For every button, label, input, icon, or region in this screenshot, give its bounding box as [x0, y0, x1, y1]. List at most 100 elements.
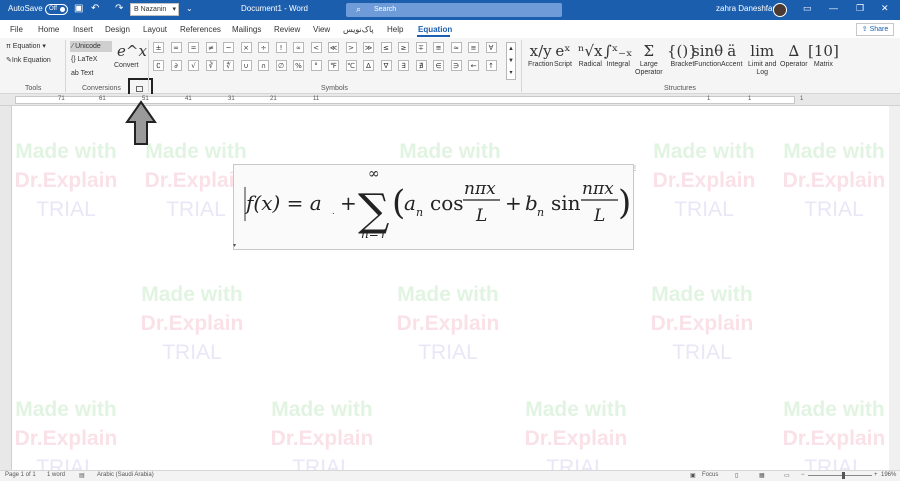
structure-large-button[interactable]: Σ Large Operator — [635, 41, 663, 77]
ink-equation-button[interactable]: ✎Ink Equation — [6, 56, 51, 64]
ribbon-display-options-icon[interactable]: ▭ — [803, 3, 812, 14]
structure-operator-button[interactable]: ∆ Operator — [780, 41, 808, 69]
autosave-toggle[interactable]: Off — [45, 4, 68, 15]
symbol-button[interactable]: ! — [275, 42, 287, 53]
more-icon[interactable]: ▾ — [507, 67, 515, 79]
structure-script-button[interactable]: eˣ Script — [554, 41, 572, 69]
latex-button[interactable]: {} LaTeX — [71, 56, 97, 63]
symbol-button[interactable]: ∂ — [170, 60, 182, 71]
tab-paknevis[interactable]: پاک‌نویس — [343, 25, 374, 34]
symbol-button[interactable]: ∁ — [153, 60, 164, 71]
tab-design[interactable]: Design — [105, 25, 130, 34]
page-count[interactable]: Page 1 of 1 — [5, 472, 36, 478]
symbol-button[interactable]: ° — [310, 60, 322, 71]
customize-quick-access-icon[interactable]: ⌄ — [186, 4, 193, 14]
tab-view[interactable]: View — [313, 25, 330, 34]
structure-fraction-button[interactable]: x/y Fraction — [528, 41, 553, 69]
equation-move-handle-icon[interactable]: ⋮ — [632, 165, 639, 172]
symbol-button[interactable]: ∋ — [450, 60, 462, 71]
symbol-button[interactable]: ≪ — [328, 42, 339, 53]
equation-options-icon[interactable]: ▾ — [233, 242, 241, 250]
tab-home[interactable]: Home — [38, 25, 59, 34]
symbol-button[interactable]: > — [345, 42, 357, 53]
symbol-button[interactable]: ≤ — [380, 42, 392, 53]
tab-insert[interactable]: Insert — [73, 25, 93, 34]
tab-help[interactable]: Help — [387, 25, 403, 34]
symbol-button[interactable]: ∞ — [170, 42, 182, 53]
focus-mode[interactable]: Focus — [702, 472, 718, 478]
symbol-button[interactable]: ÷ — [258, 42, 269, 53]
symbol-button[interactable]: √ — [188, 60, 199, 71]
tab-mailings[interactable]: Mailings — [232, 25, 261, 34]
symbol-button[interactable]: ∀ — [485, 42, 497, 53]
save-icon[interactable]: ▣ — [74, 4, 83, 14]
symbols-gallery-scroll[interactable]: ▲ ▼ ▾ — [506, 42, 516, 80]
symbol-button[interactable]: ∆ — [363, 60, 374, 71]
zoom-level[interactable]: 196% — [881, 472, 896, 478]
symbol-button[interactable]: ∄ — [415, 60, 427, 71]
symbol-button[interactable]: ↑ — [485, 60, 497, 71]
avatar[interactable] — [773, 3, 787, 17]
zoom-out-icon[interactable]: − — [801, 472, 805, 478]
symbol-button[interactable]: ≅ — [433, 42, 444, 53]
search-box[interactable]: ⌕ Search — [346, 3, 562, 17]
zoom-slider-thumb[interactable] — [842, 472, 845, 479]
zoom-in-icon[interactable]: + — [874, 472, 878, 478]
focus-icon[interactable]: ▣ — [690, 472, 696, 479]
read-mode-icon[interactable]: ▯ — [735, 472, 738, 479]
symbol-button[interactable]: ≈ — [450, 42, 462, 53]
print-layout-icon[interactable]: ▦ — [759, 472, 765, 479]
symbol-button[interactable]: ℉ — [328, 60, 339, 71]
structure-function-button[interactable]: sinθ Function — [692, 41, 723, 69]
redo-icon[interactable]: ↷ — [115, 4, 123, 14]
tab-layout[interactable]: Layout — [143, 25, 167, 34]
symbol-button[interactable]: ∇ — [380, 60, 392, 71]
structure-radical-button[interactable]: ⁿ√x Radical — [578, 41, 603, 69]
symbol-button[interactable]: × — [240, 42, 252, 53]
symbol-button[interactable]: ∪ — [240, 60, 252, 71]
convert-button-label[interactable]: Convert — [114, 62, 139, 69]
unicode-button[interactable]: ∕ Unicode — [70, 41, 112, 52]
structure-matrix-button[interactable]: [10] Matrix — [808, 41, 839, 69]
symbol-button[interactable]: ∝ — [293, 42, 304, 53]
structure-integral-button[interactable]: ∫ˣ₋ₓ Integral — [604, 41, 632, 69]
symbol-button[interactable]: ≫ — [363, 42, 374, 53]
symbol-button[interactable]: ∓ — [415, 42, 427, 53]
share-button[interactable]: ⇪ Share — [856, 23, 894, 36]
symbol-button[interactable]: ∈ — [433, 60, 444, 71]
symbol-button[interactable]: ~ — [223, 42, 234, 53]
symbol-button[interactable]: ≡ — [468, 42, 479, 53]
web-layout-icon[interactable]: ▭ — [784, 472, 790, 479]
tab-review[interactable]: Review — [274, 25, 300, 34]
zoom-slider[interactable] — [808, 475, 872, 476]
scroll-down-icon[interactable]: ▼ — [507, 55, 515, 67]
symbol-button[interactable]: ∃ — [398, 60, 409, 71]
symbol-button[interactable]: = — [188, 42, 199, 53]
structure-accent-button[interactable]: ä Accent — [721, 41, 742, 69]
language[interactable]: Arabic (Saudi Arabia) — [97, 472, 154, 478]
symbol-button[interactable]: ∛ — [205, 60, 217, 71]
symbol-button[interactable]: % — [293, 60, 304, 71]
symbol-button[interactable]: ℃ — [345, 60, 357, 71]
symbol-button[interactable]: < — [310, 42, 322, 53]
font-name-select[interactable]: B Nazanin — [130, 3, 179, 16]
text-button[interactable]: ab Text — [71, 70, 93, 77]
minimize-icon[interactable]: — — [829, 3, 838, 13]
symbol-button[interactable]: ← — [468, 60, 479, 71]
tab-equation[interactable]: Equation — [418, 25, 452, 34]
user-name[interactable]: zahra Daneshfar — [716, 4, 775, 13]
tab-file[interactable]: File — [10, 25, 23, 34]
structure-limit-and-button[interactable]: lim Limit and Log — [748, 41, 776, 77]
symbol-button[interactable]: ≥ — [398, 42, 409, 53]
symbol-button[interactable]: ∅ — [275, 60, 287, 71]
equation-box[interactable]: f(x) = a . + ∞ ∑ n=١ ( a n cos nπx L + b… — [233, 164, 634, 250]
proofing-icon[interactable]: ▤ — [79, 472, 85, 479]
equation-button[interactable]: π Equation ▾ — [6, 42, 46, 50]
close-icon[interactable]: ✕ — [881, 3, 889, 14]
tab-references[interactable]: References — [180, 25, 221, 34]
convert-icon[interactable]: e^x — [117, 42, 147, 60]
undo-icon[interactable]: ↶ — [91, 4, 99, 14]
symbol-button[interactable]: ∜ — [223, 60, 234, 71]
restore-icon[interactable]: ❐ — [856, 3, 864, 14]
word-count[interactable]: 1 word — [47, 472, 65, 478]
